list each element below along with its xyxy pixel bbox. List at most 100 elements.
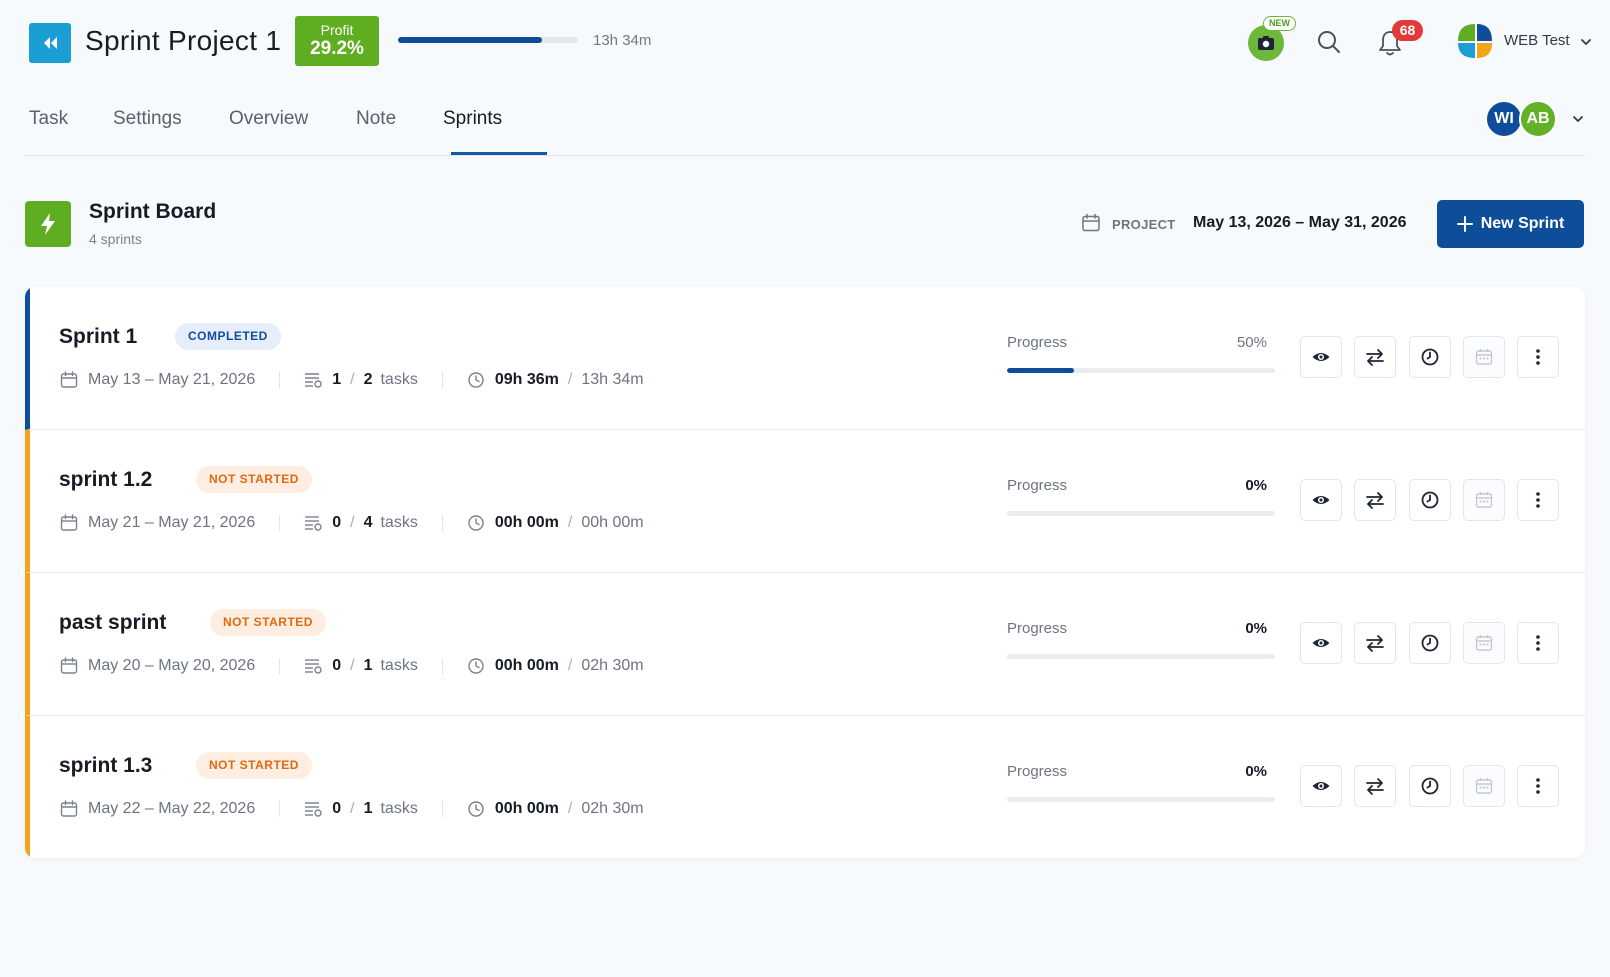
sprint-list: Sprint 1 COMPLETED May 13 – May 21, 2026…	[25, 287, 1585, 858]
sprint-row[interactable]: Sprint 1 COMPLETED May 13 – May 21, 2026…	[25, 287, 1585, 430]
chevron-down-icon[interactable]	[1571, 112, 1585, 126]
sprint-row[interactable]: past sprint NOT STARTED May 20 – May 20,…	[25, 573, 1585, 716]
sprint-row[interactable]: sprint 1.2 NOT STARTED May 21 – May 21, …	[25, 430, 1585, 573]
swap-icon	[1365, 776, 1385, 796]
calendar-icon	[1474, 490, 1494, 510]
more-actions-button[interactable]	[1517, 622, 1559, 664]
schedule-button[interactable]	[1463, 479, 1505, 521]
tasks-label: tasks	[380, 371, 418, 388]
search-button[interactable]	[1315, 28, 1343, 56]
tasks-total: 4	[363, 514, 373, 531]
camera-icon	[1258, 36, 1274, 50]
time-spent: 00h 00m	[494, 800, 559, 817]
time-progress-fill	[398, 37, 542, 43]
slash: /	[350, 657, 355, 674]
calendar-icon	[1474, 347, 1494, 367]
project-tabs: Task Settings Overview Note Sprints	[25, 92, 1585, 156]
progress-label: Progress	[1007, 763, 1068, 780]
status-badge: NOT STARTED	[210, 609, 326, 636]
profit-value: 29.2%	[310, 38, 364, 59]
chevron-down-icon[interactable]	[1580, 36, 1592, 48]
sprint-row[interactable]: sprint 1.3 NOT STARTED May 22 – May 22, …	[25, 716, 1585, 858]
sprint-meta: May 21 – May 21, 2026 0 / 4 tasks 00h 00…	[60, 511, 644, 535]
sprint-count: 4 sprints	[89, 231, 142, 247]
tasks-total: 1	[363, 800, 373, 817]
sprint-name[interactable]: Sprint 1	[59, 325, 137, 349]
tab-overview[interactable]: Overview	[229, 108, 308, 130]
sprint-dates: May 22 – May 22, 2026	[88, 800, 256, 817]
new-feature-pill: NEW	[1263, 16, 1296, 31]
new-sprint-button[interactable]: New Sprint	[1437, 200, 1584, 248]
schedule-button[interactable]	[1463, 765, 1505, 807]
view-sprint-button[interactable]	[1300, 622, 1342, 664]
slash: /	[350, 371, 355, 388]
sprint-meta: May 13 – May 21, 2026 1 / 2 tasks 09h 36…	[60, 368, 644, 392]
tab-sprints[interactable]: Sprints	[443, 108, 502, 130]
calendar-icon	[1082, 213, 1100, 232]
progress-label: Progress	[1007, 620, 1068, 637]
move-tasks-button[interactable]	[1354, 622, 1396, 664]
sprint-name[interactable]: sprint 1.2	[59, 468, 152, 492]
org-logo-icon	[1458, 24, 1492, 58]
clock-icon	[468, 515, 484, 531]
time-log-button[interactable]	[1409, 479, 1451, 521]
more-actions-button[interactable]	[1517, 336, 1559, 378]
swap-icon	[1365, 490, 1385, 510]
time-estimate: 02h 30m	[581, 800, 644, 817]
status-badge: NOT STARTED	[196, 466, 312, 493]
sprint-dates: May 20 – May 20, 2026	[88, 657, 256, 674]
progress-bar	[1007, 654, 1275, 659]
time-log-button[interactable]	[1409, 765, 1451, 807]
progress-bar	[1007, 368, 1275, 373]
progress-bar	[1007, 511, 1275, 516]
sprint-name[interactable]: past sprint	[59, 611, 166, 635]
plus-icon	[1456, 216, 1473, 232]
eye-icon	[1311, 633, 1331, 653]
more-actions-button[interactable]	[1517, 479, 1559, 521]
slash: /	[567, 371, 573, 388]
tab-settings[interactable]: Settings	[113, 108, 182, 130]
more-vertical-icon	[1528, 347, 1548, 367]
status-badge: NOT STARTED	[196, 752, 312, 779]
time-estimate: 02h 30m	[581, 657, 644, 674]
divider	[279, 515, 281, 531]
time-log-button[interactable]	[1409, 336, 1451, 378]
schedule-button[interactable]	[1463, 336, 1505, 378]
tasks-label: tasks	[380, 514, 418, 531]
time-log-button[interactable]	[1409, 622, 1451, 664]
move-tasks-button[interactable]	[1354, 765, 1396, 807]
double-chevron-left-icon	[44, 37, 57, 49]
app-header: Sprint Project 1 Profit 29.2% 13h 34m NE…	[0, 0, 1610, 86]
progress-value: 0%	[1245, 620, 1267, 637]
avatar[interactable]: AB	[1519, 100, 1557, 138]
progress-value: 50%	[1236, 334, 1267, 351]
clock-icon	[468, 658, 484, 674]
calendar-icon	[1474, 776, 1494, 796]
more-actions-button[interactable]	[1517, 765, 1559, 807]
slash: /	[567, 657, 573, 674]
swap-icon	[1365, 347, 1385, 367]
org-switcher[interactable]: WEB Test	[1504, 32, 1570, 49]
more-vertical-icon	[1528, 633, 1548, 653]
sprint-name[interactable]: sprint 1.3	[59, 754, 152, 778]
avatar[interactable]: WI	[1485, 100, 1523, 138]
tab-note[interactable]: Note	[356, 108, 396, 130]
tasks-label: tasks	[380, 657, 418, 674]
view-sprint-button[interactable]	[1300, 479, 1342, 521]
view-sprint-button[interactable]	[1300, 336, 1342, 378]
progress-label: Progress	[1007, 477, 1068, 494]
clock-icon	[468, 801, 484, 817]
active-tab-indicator	[451, 152, 547, 155]
move-tasks-button[interactable]	[1354, 479, 1396, 521]
view-sprint-button[interactable]	[1300, 765, 1342, 807]
more-vertical-icon	[1528, 490, 1548, 510]
calendar-icon	[1474, 633, 1494, 653]
tasks-done: 0	[332, 514, 342, 531]
schedule-button[interactable]	[1463, 622, 1505, 664]
move-tasks-button[interactable]	[1354, 336, 1396, 378]
back-button[interactable]	[29, 23, 71, 63]
progress-value: 0%	[1245, 763, 1267, 780]
profit-badge: Profit 29.2%	[295, 16, 379, 66]
tab-task[interactable]: Task	[29, 108, 68, 130]
time-spent: 00h 00m	[494, 657, 559, 674]
